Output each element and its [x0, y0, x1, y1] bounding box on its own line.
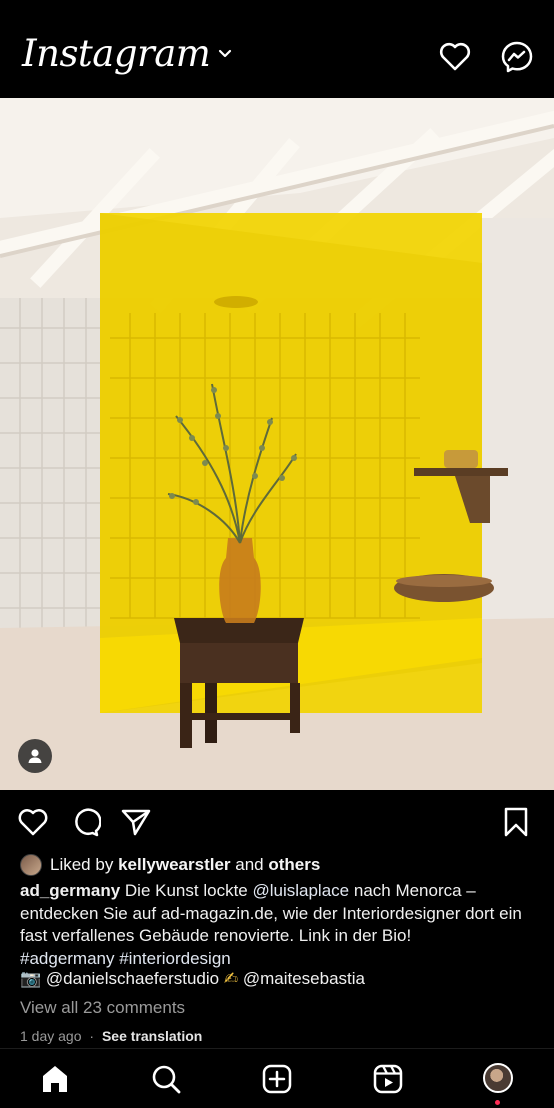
post-time: 1 day ago	[20, 1028, 82, 1044]
liked-user[interactable]: kellywearstler	[118, 855, 230, 875]
credit-stylist[interactable]: @maitesebastia	[243, 969, 365, 988]
post-caption: ad_germany Die Kunst lockte @luislaplace…	[20, 880, 535, 970]
view-comments-link[interactable]: View all 23 comments	[20, 998, 185, 1018]
writing-hand-emoji: ✍	[223, 969, 239, 988]
bathroom-photo	[0, 98, 554, 790]
caption-text-1: Die Kunst lockte	[124, 881, 248, 900]
camera-emoji: 📷	[20, 969, 42, 988]
post-image[interactable]	[0, 98, 554, 790]
liked-by[interactable]: Liked by kellywearstler and others	[20, 853, 320, 877]
liker-avatar	[20, 854, 42, 876]
bottom-navigation	[0, 1048, 554, 1108]
meta-separator: ·	[89, 1028, 95, 1044]
credit-photographer[interactable]: @danielschaeferstudio	[46, 969, 219, 988]
person-icon	[28, 749, 42, 763]
instagram-logo-switcher[interactable]: Instagram	[22, 32, 232, 75]
liked-others[interactable]: others	[268, 855, 320, 875]
post-meta: 1 day ago · See translation	[20, 1028, 202, 1044]
home-icon[interactable]	[39, 1063, 71, 1095]
app-title: Instagram	[22, 32, 211, 75]
tagged-people-button[interactable]	[18, 739, 52, 773]
comment-icon[interactable]	[69, 806, 101, 838]
liked-and: and	[235, 855, 264, 874]
messenger-icon[interactable]	[500, 40, 534, 74]
chevron-down-icon	[219, 49, 232, 57]
reels-icon[interactable]	[372, 1063, 404, 1095]
notification-dot	[495, 1100, 500, 1105]
photo-credits: 📷 @danielschaeferstudio ✍ @maitesebastia	[20, 968, 365, 990]
post-actions	[0, 800, 554, 844]
like-icon[interactable]	[17, 806, 49, 838]
search-icon[interactable]	[150, 1063, 182, 1095]
heart-icon[interactable]	[438, 40, 472, 74]
post-author[interactable]: ad_germany	[20, 881, 120, 900]
see-translation-link[interactable]: See translation	[102, 1028, 202, 1044]
save-icon[interactable]	[500, 806, 532, 838]
caption-mention[interactable]: @luislaplace	[252, 881, 349, 900]
share-icon[interactable]	[120, 806, 152, 838]
profile-avatar[interactable]	[483, 1063, 513, 1093]
caption-hashtags[interactable]: #adgermany #interiordesign	[20, 949, 231, 968]
create-icon[interactable]	[261, 1063, 293, 1095]
liked-prefix: Liked by	[50, 855, 114, 874]
top-bar: Instagram	[0, 0, 554, 98]
